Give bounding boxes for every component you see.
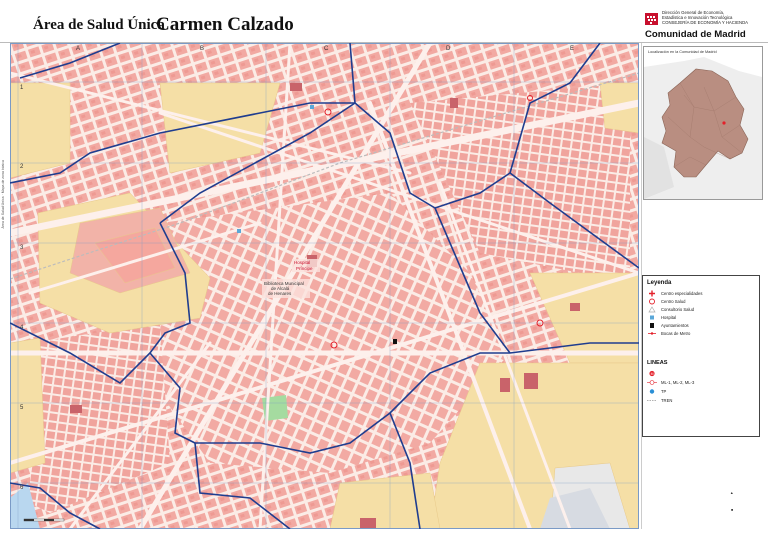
grid-col-label: A (76, 46, 80, 52)
town-hall-icon (393, 339, 397, 344)
legend-item: TREN (647, 397, 672, 404)
light-rail-icon (647, 379, 657, 386)
museum-label: de Henares (268, 291, 292, 296)
legend-label: ML-1, ML-2, ML-3 (661, 380, 695, 385)
hospital-label: Hospital (294, 260, 310, 265)
inset-canvas (644, 57, 762, 199)
red-circle-icon (647, 298, 657, 305)
scale-icon: ■ (731, 508, 734, 512)
lines-title: LINEAS (647, 360, 668, 366)
area-title: Área de Salud Única (33, 17, 165, 33)
org-text: Dirección General de Economía, Estadísti… (662, 10, 762, 25)
north-arrow-icon: ▲ (730, 491, 734, 495)
svg-text:M: M (651, 372, 654, 376)
metro-line-icon: M (647, 370, 657, 377)
location-marker-icon (722, 121, 726, 125)
hospital-marker-icon (237, 229, 241, 233)
legend-label: Bocas de Metro (661, 331, 691, 336)
grid-col-label: E (570, 46, 574, 52)
legend-label: Centro especialidades (661, 291, 703, 296)
town-hall-icon (647, 322, 657, 329)
legend-item: Ayuntamientos (647, 322, 689, 329)
location-inset-map: Localización en la Comunidad de Madrid (643, 46, 763, 200)
red-cross-icon (647, 290, 657, 297)
legend-item: Bocas de Metro (647, 330, 690, 337)
legend-item: Hospital (647, 314, 676, 321)
side-note: Área de Salud Única · Mapa de zona básic… (1, 160, 5, 229)
legend-item: ML-1, ML-2, ML-3 (647, 379, 694, 386)
legend-item: Centro especialidades (647, 290, 702, 297)
legend-item: Centro Salud (647, 298, 685, 305)
legend-label: TP (661, 389, 667, 394)
hospital-square-icon (647, 314, 657, 321)
tp-icon (647, 388, 657, 395)
scale-bar (23, 518, 65, 522)
side-panel: Localización en la Comunidad de Madrid L… (641, 43, 766, 529)
brand-name: Comunidad de Madrid (645, 29, 746, 40)
madrid-flag-icon (645, 13, 658, 25)
legend-item: Consultorio Salud (647, 306, 694, 313)
header: Área de Salud Única Carmen Calzado Direc… (0, 0, 768, 43)
legend-label: Consultorio Salud (661, 307, 695, 312)
grid-col-label: B (200, 46, 204, 52)
legend-title: Leyenda (647, 280, 672, 286)
hospital-label: Príncipe (296, 266, 313, 271)
legend-label: Hospital (661, 315, 677, 320)
legend-item: TP (647, 388, 666, 395)
map-canvas[interactable]: A B C D E 1 2 3 4 5 6 Hospital Príncipe … (10, 43, 639, 529)
street-map[interactable]: A B C D E 1 2 3 4 5 6 Hospital Príncipe … (10, 43, 639, 529)
org-line: CONSEJERÍA DE ECONOMÍA Y HACIENDA (662, 20, 749, 25)
legend: Leyenda Centro especialidades Centro Sal… (642, 275, 760, 437)
legend-label: Ayuntamientos (661, 323, 689, 328)
legend-label: TREN (661, 398, 673, 403)
district-name: Carmen Calzado (156, 14, 294, 35)
legend-label: Centro Salud (661, 299, 686, 304)
grid-col-label: C (324, 46, 329, 52)
train-line-icon (647, 397, 657, 404)
hospital-marker-icon (310, 105, 314, 109)
legend-item: M (647, 370, 661, 377)
metro-entrance-icon (647, 330, 657, 337)
grid-col-label: D (446, 46, 451, 52)
triangle-icon (647, 306, 657, 313)
